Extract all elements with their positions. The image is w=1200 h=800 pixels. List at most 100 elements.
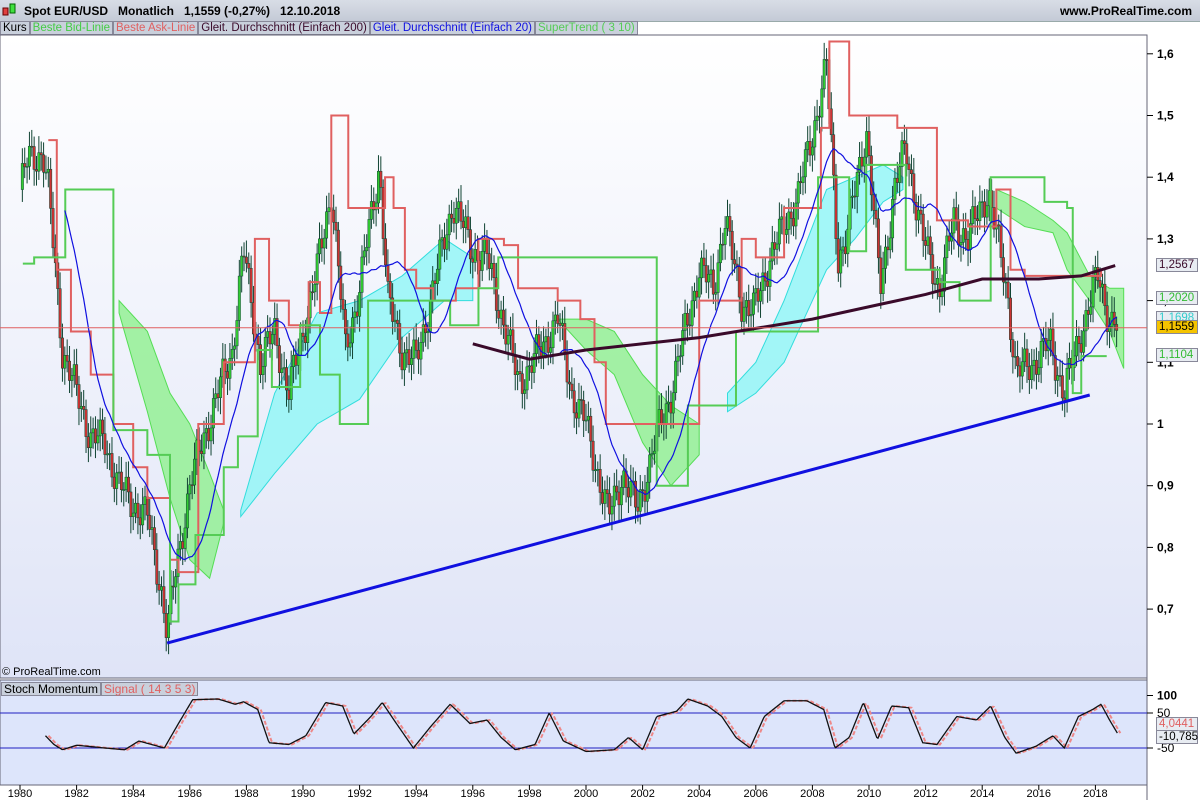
candle [1058, 375, 1062, 377]
candle [483, 237, 487, 252]
candle [610, 505, 614, 515]
candle [1037, 367, 1041, 375]
candle [1013, 356, 1017, 358]
candle [912, 173, 916, 203]
candle [572, 390, 576, 414]
candle [353, 311, 357, 318]
candle [44, 171, 48, 174]
candle [726, 216, 729, 229]
candle [1053, 355, 1057, 381]
candle [711, 269, 715, 295]
candle [480, 251, 484, 271]
price-chart[interactable]: 0,70,80,911,11,21,31,41,51,6198019821984… [0, 0, 1200, 800]
candle [697, 277, 701, 298]
candle [405, 349, 409, 354]
candle [907, 163, 911, 170]
candle [65, 355, 69, 362]
candle [825, 59, 828, 61]
candle [775, 243, 779, 250]
candle [393, 319, 397, 322]
candle [867, 131, 871, 156]
stoch-legend-item-1[interactable]: Signal ( 14 3 5 3) [101, 682, 199, 696]
candle [794, 202, 798, 227]
candle [641, 489, 645, 491]
candle [157, 583, 161, 591]
candle [494, 277, 498, 311]
candle [900, 140, 904, 167]
candle [664, 403, 668, 425]
candle [131, 512, 135, 518]
candle [351, 317, 354, 344]
candle [1023, 348, 1027, 363]
candle [63, 355, 67, 369]
candle [49, 168, 53, 209]
candle [582, 400, 586, 421]
candle [266, 331, 270, 338]
candle [388, 281, 392, 299]
candle [275, 318, 279, 346]
candle [513, 354, 517, 375]
candle [629, 481, 633, 498]
candle [813, 120, 817, 148]
candle [933, 283, 937, 285]
candle [1082, 330, 1086, 353]
candle [77, 384, 81, 409]
candle [728, 216, 732, 232]
candle [766, 280, 770, 287]
candle [591, 440, 595, 471]
candle [89, 432, 93, 449]
candle [985, 205, 989, 218]
candle [497, 310, 501, 319]
candle [105, 453, 109, 456]
candle [954, 207, 958, 220]
stoch-legend-item-0[interactable]: Stoch Momentum [1, 682, 102, 696]
candle [204, 428, 208, 434]
copyright: © ProRealTime.com [2, 666, 101, 678]
candle [346, 333, 350, 348]
stoch-tick-label: 100 [1157, 689, 1177, 703]
candle [325, 211, 329, 239]
candle [249, 267, 253, 303]
y-tick-label: 0,9 [1157, 479, 1174, 493]
candle [1065, 367, 1069, 401]
x-tick-label: 2008 [800, 788, 824, 800]
candle [103, 433, 107, 455]
candle [37, 152, 41, 172]
candle [468, 229, 472, 260]
candle [1025, 348, 1029, 367]
candle [435, 268, 439, 284]
candle [84, 409, 88, 437]
candle [742, 306, 746, 322]
candle [834, 174, 838, 239]
x-tick-label: 2006 [744, 788, 768, 800]
candle [733, 259, 737, 265]
candle [75, 364, 79, 385]
y-tick-label: 1,6 [1157, 47, 1174, 61]
candle [226, 371, 229, 379]
candle [652, 450, 656, 454]
candle [454, 207, 458, 224]
candle [492, 263, 496, 278]
candle [527, 365, 531, 368]
candle [723, 228, 727, 245]
candle [1027, 366, 1031, 380]
candle [148, 514, 152, 530]
candle [20, 163, 24, 190]
candle [162, 586, 166, 614]
candle [615, 485, 619, 493]
candle [348, 342, 352, 348]
candle [768, 260, 772, 287]
candle [577, 399, 581, 419]
candle [924, 240, 928, 246]
candle [355, 311, 359, 317]
candle [395, 319, 399, 324]
candle [1011, 339, 1015, 358]
candle [523, 389, 527, 394]
candle [690, 300, 694, 326]
candle [525, 366, 529, 391]
candle [35, 169, 38, 172]
candle [277, 345, 281, 373]
candle [141, 504, 145, 526]
candle [108, 453, 112, 455]
candle [263, 337, 267, 367]
